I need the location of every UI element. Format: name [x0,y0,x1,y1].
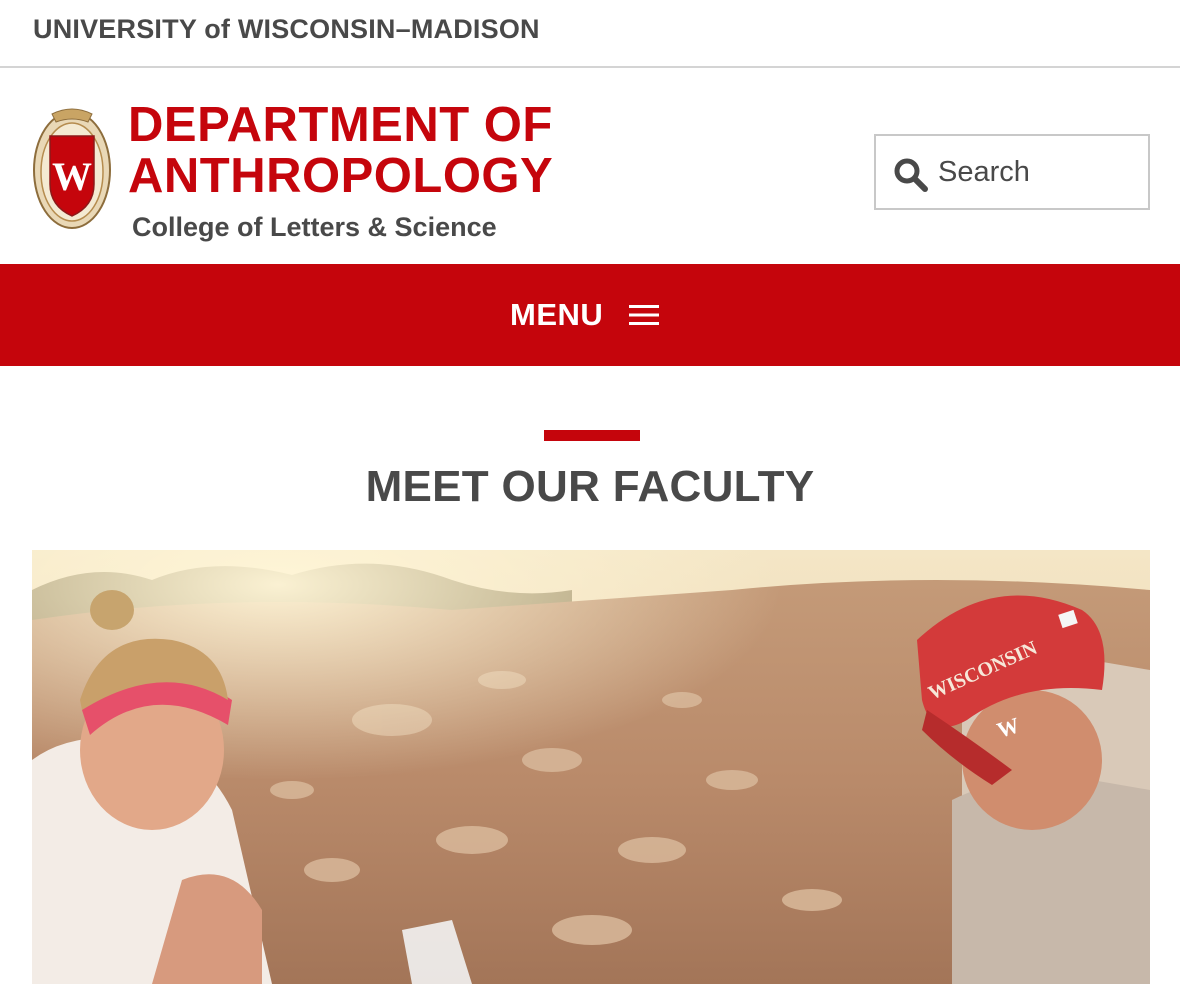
department-title-line2: ANTHROPOLOGY [128,149,554,203]
department-title[interactable]: DEPARTMENT OF ANTHROPOLOGY [128,100,553,202]
crest-letter: W [52,154,92,199]
hamburger-icon [629,305,660,325]
search-box[interactable] [874,134,1150,210]
main-navigation-bar: MENU [0,264,1180,366]
hero-image: WISCONSIN W [32,550,1150,984]
menu-label: MENU [510,297,604,332]
department-title-line1: DEPARTMENT OF [128,98,553,152]
menu-button[interactable]: MENU [510,290,661,340]
site-header: W DEPARTMENT OF ANTHROPOLOGY College of … [0,68,1180,264]
section-title: MEET OUR FACULTY [365,462,815,511]
university-link[interactable]: UNIVERSITY of WISCONSIN–MADISON [33,14,540,45]
search-icon[interactable] [894,158,928,192]
hero-illustration: WISCONSIN W [32,550,1150,984]
university-bar: UNIVERSITY of WISCONSIN–MADISON [0,0,1180,68]
college-subtitle[interactable]: College of Letters & Science [132,212,497,243]
heading-accent-bar [544,430,640,441]
uw-crest-logo[interactable]: W [32,106,112,230]
search-input[interactable] [938,152,1138,192]
